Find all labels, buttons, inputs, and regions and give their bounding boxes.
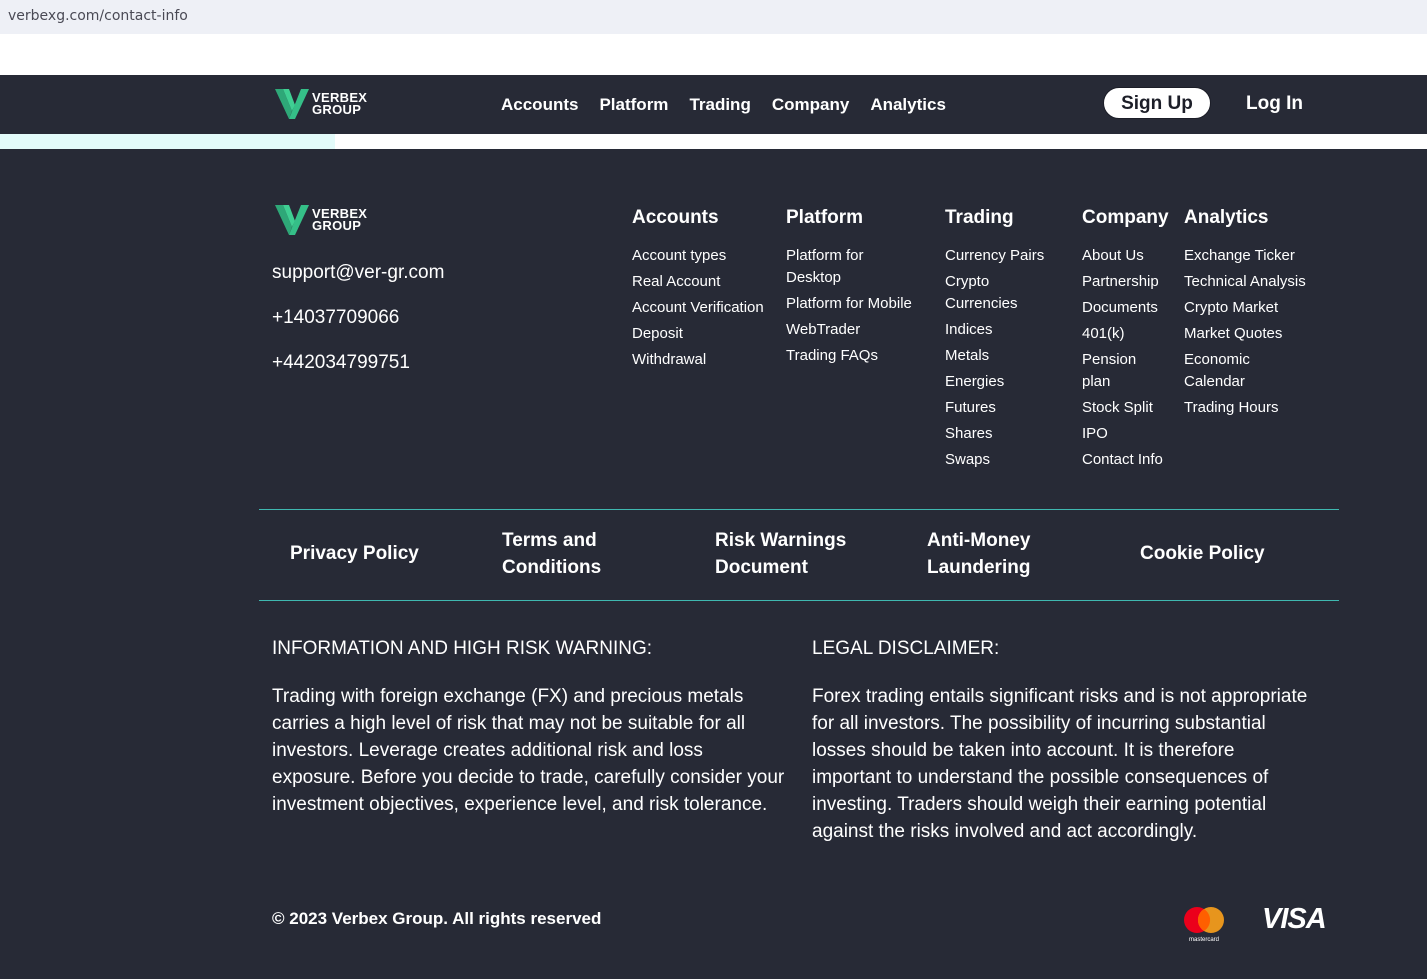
copyright: © 2023 Verbex Group. All rights reserved xyxy=(272,909,602,928)
log-in-button[interactable]: Log In xyxy=(1246,93,1303,115)
col-title: Analytics xyxy=(1184,207,1269,228)
col-list: Currency Pairs Crypto Currencies Indices… xyxy=(945,245,1075,471)
list-item[interactable]: Trading FAQs xyxy=(786,345,936,367)
list-item[interactable]: Withdrawal xyxy=(632,349,772,371)
nav-trading[interactable]: Trading xyxy=(689,95,750,115)
legal-disclaimer-section: LEGAL DISCLAIMER: Forex trading entails … xyxy=(812,638,1312,845)
list-item[interactable]: Energies xyxy=(945,371,1075,393)
list-item[interactable]: Technical Analysis xyxy=(1184,271,1334,293)
verbex-logo-icon xyxy=(275,89,309,119)
list-item[interactable]: Trading Hours xyxy=(1184,397,1334,419)
main-nav: Accounts Platform Trading Company Analyt… xyxy=(501,95,946,115)
risk-warning-section: INFORMATION AND HIGH RISK WARNING: Tradi… xyxy=(272,638,787,818)
verbex-logo-icon xyxy=(275,205,309,235)
cookie-policy-link[interactable]: Cookie Policy xyxy=(1140,540,1265,567)
nav-accounts[interactable]: Accounts xyxy=(501,95,578,115)
list-item[interactable]: Account Verification xyxy=(632,297,772,319)
col-list: About Us Partnership Documents 401(k) Pe… xyxy=(1082,245,1178,471)
page-progress-strip xyxy=(0,134,1427,149)
footer-col-analytics: Analytics Exchange Ticker Technical Anal… xyxy=(1184,206,1334,423)
list-item[interactable]: Real Account xyxy=(632,271,772,293)
footer-col-trading: Trading Currency Pairs Crypto Currencies… xyxy=(945,206,1075,475)
nav-analytics[interactable]: Analytics xyxy=(870,95,946,115)
list-item[interactable]: Crypto Market xyxy=(1184,297,1334,319)
header-logo[interactable]: VERBEX GROUP xyxy=(275,89,367,119)
list-item[interactable]: Platform for Desktop xyxy=(786,245,896,289)
divider-top xyxy=(259,509,1339,510)
divider-bottom xyxy=(259,600,1339,601)
logo-text: VERBEX GROUP xyxy=(312,91,367,117)
col-title: Company xyxy=(1082,207,1169,228)
nav-company[interactable]: Company xyxy=(772,95,849,115)
risk-warnings-link[interactable]: Risk Warnings Document xyxy=(715,527,865,581)
list-item[interactable]: Indices xyxy=(945,319,1075,341)
mastercard-label: mastercard xyxy=(1189,937,1219,943)
list-item[interactable]: About Us xyxy=(1082,245,1178,267)
footer-col-company: Company About Us Partnership Documents 4… xyxy=(1082,206,1178,475)
terms-link[interactable]: Terms and Conditions xyxy=(502,527,622,581)
list-item[interactable]: Partnership xyxy=(1082,271,1178,293)
list-item[interactable]: Swaps xyxy=(945,449,1075,471)
list-item[interactable]: Shares xyxy=(945,423,1075,445)
mastercard-icon: mastercard xyxy=(1184,907,1224,943)
list-item[interactable]: Contact Info xyxy=(1082,449,1178,471)
list-item[interactable]: Crypto Currencies xyxy=(945,271,1035,315)
list-item[interactable]: Market Quotes xyxy=(1184,323,1334,345)
nav-platform[interactable]: Platform xyxy=(599,95,668,115)
visa-logo: VISA xyxy=(1262,903,1327,935)
footer-logo[interactable]: VERBEX GROUP xyxy=(275,205,367,235)
risk-warning-body: Trading with foreign exchange (FX) and p… xyxy=(272,686,785,815)
legal-disclaimer-body: Forex trading entails significant risks … xyxy=(812,686,1308,842)
list-item[interactable]: Economic Calendar xyxy=(1184,349,1274,393)
list-item[interactable]: Exchange Ticker xyxy=(1184,245,1334,267)
page-progress-fill xyxy=(0,134,336,149)
col-title: Trading xyxy=(945,207,1014,228)
list-item[interactable]: Deposit xyxy=(632,323,772,345)
list-item[interactable]: WebTrader xyxy=(786,319,936,341)
col-list: Platform for Desktop Platform for Mobile… xyxy=(786,245,936,367)
sign-up-button[interactable]: Sign Up xyxy=(1103,87,1211,119)
risk-warning-heading: INFORMATION AND HIGH RISK WARNING: xyxy=(272,638,653,659)
contact-phone-1[interactable]: +14037709066 xyxy=(272,307,399,329)
top-spacer xyxy=(0,34,1427,75)
footer-col-platform: Platform Platform for Desktop Platform f… xyxy=(786,206,936,371)
aml-link[interactable]: Anti-Money Laundering xyxy=(927,527,1052,581)
contact-email[interactable]: support@ver-gr.com xyxy=(272,262,444,284)
logo-line2: GROUP xyxy=(312,218,362,233)
list-item[interactable]: IPO xyxy=(1082,423,1178,445)
list-item[interactable]: Platform for Mobile xyxy=(786,293,936,315)
list-item[interactable]: Stock Split xyxy=(1082,397,1178,419)
list-item[interactable]: Pension plan xyxy=(1082,349,1152,393)
list-item[interactable]: 401(k) xyxy=(1082,323,1178,345)
url-text[interactable]: verbexg.com/contact-info xyxy=(8,8,188,24)
footer-col-accounts: Accounts Account types Real Account Acco… xyxy=(632,206,772,375)
list-item[interactable]: Currency Pairs xyxy=(945,245,1075,267)
col-list: Exchange Ticker Technical Analysis Crypt… xyxy=(1184,245,1334,419)
address-bar[interactable]: verbexg.com/contact-info xyxy=(0,0,1427,34)
list-item[interactable]: Account types xyxy=(632,245,772,267)
logo-text: VERBEX GROUP xyxy=(312,207,367,233)
logo-line2: GROUP xyxy=(312,102,362,117)
privacy-policy-link[interactable]: Privacy Policy xyxy=(290,540,419,567)
contact-phone-2[interactable]: +442034799751 xyxy=(272,352,410,374)
header-nav: VERBEX GROUP Accounts Platform Trading C… xyxy=(0,75,1427,134)
col-title: Platform xyxy=(786,207,864,228)
list-item[interactable]: Futures xyxy=(945,397,1075,419)
legal-disclaimer-heading: LEGAL DISCLAIMER: xyxy=(812,638,1000,659)
col-title: Accounts xyxy=(632,207,719,228)
col-list: Account types Real Account Account Verif… xyxy=(632,245,772,371)
list-item[interactable]: Documents xyxy=(1082,297,1178,319)
list-item[interactable]: Metals xyxy=(945,345,1075,367)
